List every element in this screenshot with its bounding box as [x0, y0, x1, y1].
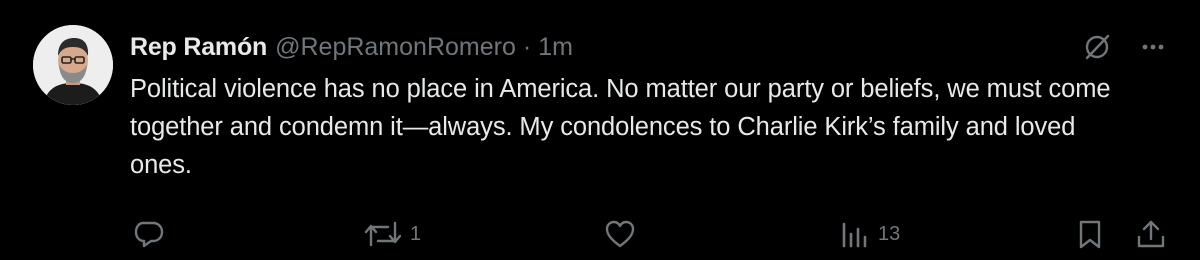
views-count: 13: [878, 222, 901, 245]
avatar[interactable]: [33, 25, 113, 105]
share-button[interactable]: [1134, 214, 1168, 254]
like-button[interactable]: [603, 214, 643, 254]
reply-icon: [132, 217, 166, 251]
bookmark-button[interactable]: [1073, 214, 1107, 254]
grok-icon[interactable]: [1082, 32, 1112, 62]
repost-button[interactable]: 1: [362, 214, 421, 254]
timestamp[interactable]: 1m: [538, 30, 573, 64]
tweet-action-bar: 1 13: [0, 214, 1200, 254]
views-icon: [838, 217, 872, 251]
tweet-top-actions: [1082, 30, 1166, 64]
repost-count: 1: [410, 222, 422, 245]
repost-icon: [362, 217, 404, 251]
tweet-header: Rep Ramón @RepRamonRomero · 1m: [130, 30, 573, 64]
bookmark-icon: [1073, 217, 1107, 251]
tweet-text: Political violence has no place in Ameri…: [130, 75, 1111, 179]
tweet: Rep Ramón @RepRamonRomero · 1m Political…: [0, 0, 1200, 260]
like-icon: [603, 217, 637, 251]
avatar-image: [33, 25, 113, 105]
display-name[interactable]: Rep Ramón: [130, 30, 267, 64]
share-icon: [1134, 217, 1168, 251]
views-button[interactable]: 13: [838, 214, 900, 254]
more-icon[interactable]: [1140, 34, 1166, 60]
user-handle[interactable]: @RepRamonRomero: [275, 30, 516, 64]
separator-dot: ·: [522, 33, 532, 61]
reply-button[interactable]: [132, 214, 172, 254]
